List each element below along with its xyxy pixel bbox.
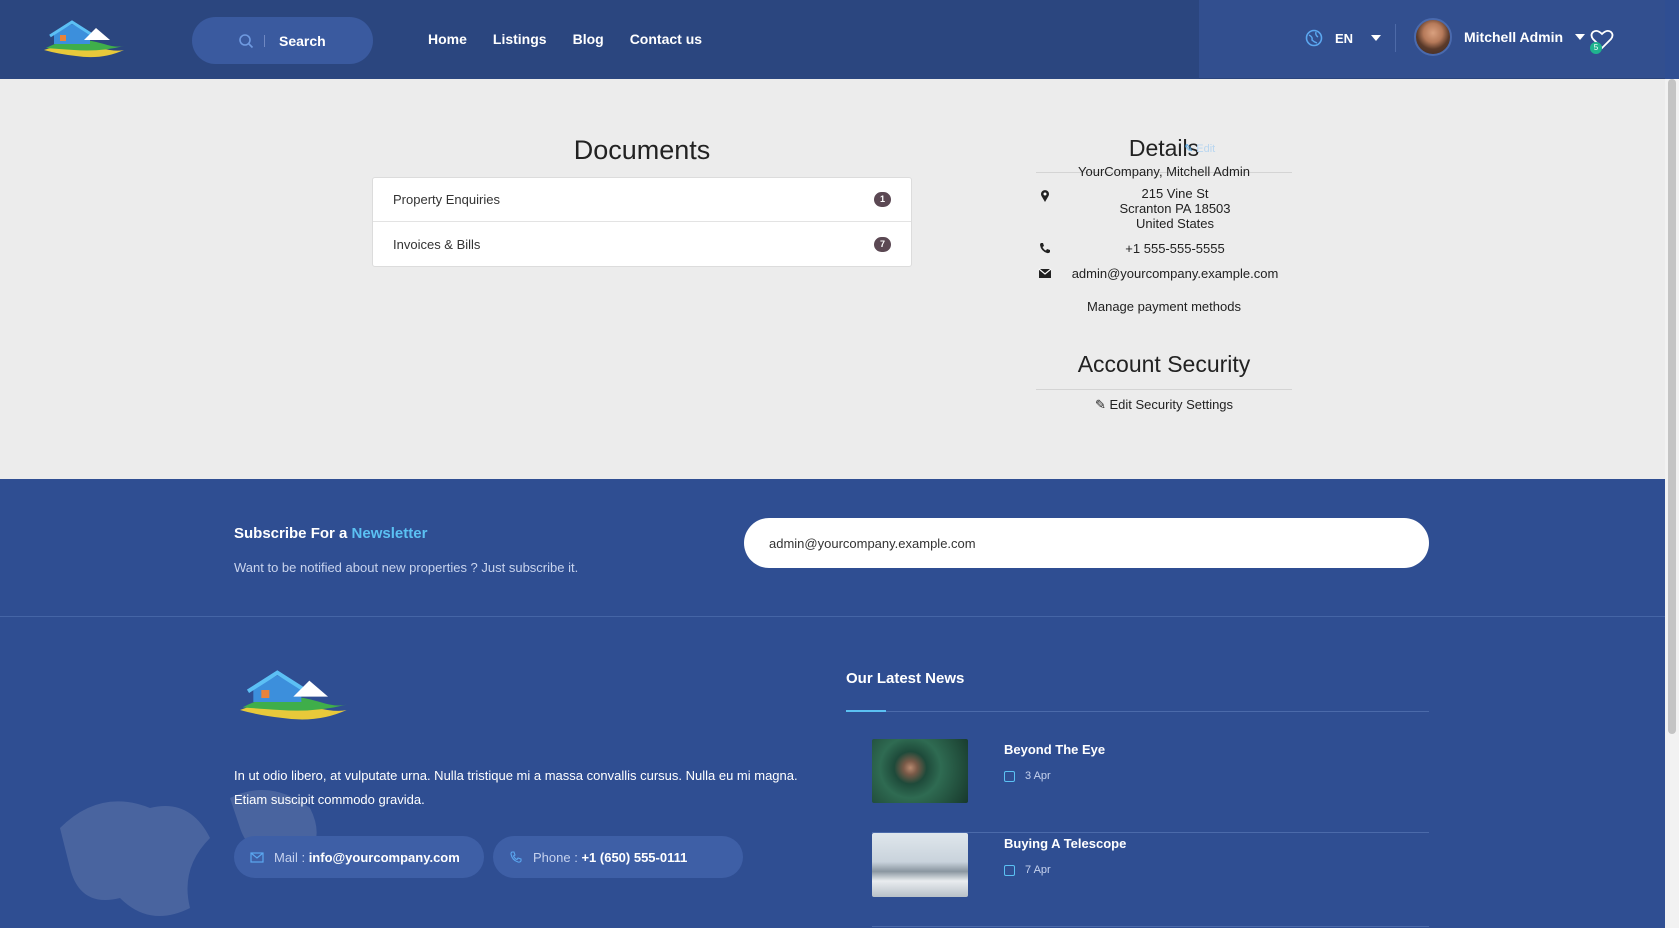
details-phone: +1 555-555-5555 (1036, 241, 1292, 256)
chevron-down-icon (1575, 34, 1586, 40)
company-logo[interactable] (40, 20, 126, 62)
title-accent-bar (846, 710, 886, 712)
map-marker-icon (1041, 190, 1049, 202)
newsletter-title-prefix: Subscribe For a (234, 525, 348, 542)
phone-contact[interactable]: Phone : +1 (650) 555-0111 (493, 836, 743, 878)
wishlist-count-badge: 5 (1590, 42, 1602, 54)
details-header: Details ✎ Edit (1036, 135, 1292, 162)
newsletter-subtitle: Want to be notified about new properties… (234, 560, 579, 575)
details-address: 215 Vine St Scranton PA 18503 United Sta… (1036, 186, 1292, 231)
newsletter-title: Subscribe For a Newsletter (234, 525, 427, 542)
email-value: admin@yourcompany.example.com (1071, 266, 1279, 281)
pencil-icon: ✎ (1094, 397, 1106, 412)
avatar (1414, 18, 1452, 56)
news-date-text: 3 Apr (1025, 770, 1051, 782)
footer-logo (240, 670, 347, 720)
list-item-label: Invoices & Bills (393, 236, 481, 252)
address-line-2: Scranton PA 18503 (1119, 201, 1231, 216)
phone-value: +1 (650) 555-0111 (581, 849, 688, 865)
manage-payment-link[interactable]: Manage payment methods (1036, 299, 1292, 314)
search-icon (239, 33, 254, 48)
search-label: Search (279, 32, 326, 49)
latest-news-title: Our Latest News (846, 670, 965, 687)
scrollbar[interactable] (1665, 79, 1679, 928)
list-item-property-enquiries[interactable]: Property Enquiries 1 (373, 178, 911, 222)
documents-list: Property Enquiries 1 Invoices & Bills 7 (372, 177, 912, 267)
address-line-1: 215 Vine St (1141, 186, 1209, 201)
edit-details-link[interactable]: ✎ Edit (1184, 142, 1215, 155)
header-divider (1395, 24, 1396, 52)
divider (1036, 389, 1292, 390)
news-item[interactable]: Buying A Telescope 7 Apr (872, 833, 1429, 927)
newsletter-email-input[interactable]: admin@yourcompany.example.com (744, 518, 1429, 568)
news-date: 3 Apr (1004, 770, 1051, 782)
count-badge: 1 (874, 192, 891, 207)
count-badge: 7 (874, 236, 891, 252)
language-code: EN (1335, 30, 1354, 46)
user-name: Mitchell Admin (1464, 29, 1564, 45)
account-security-title: Account Security (1077, 351, 1251, 377)
news-title[interactable]: Beyond The Eye (1004, 742, 1105, 757)
news-thumbnail[interactable] (872, 833, 968, 897)
language-selector[interactable]: EN (1305, 29, 1382, 47)
user-menu[interactable]: Mitchell Admin (1414, 18, 1586, 56)
list-item-invoices-bills[interactable]: Invoices & Bills 7 (373, 222, 911, 266)
edit-label: Edit (1196, 143, 1216, 155)
newsletter-title-highlight: Newsletter (351, 525, 428, 542)
news-date: 7 Apr (1004, 864, 1051, 876)
globe-icon (1305, 29, 1323, 47)
edit-security-link[interactable]: ✎ Edit Security Settings (1036, 397, 1292, 413)
envelope-icon (250, 852, 264, 863)
phone-icon (1040, 243, 1050, 254)
search-divider (264, 34, 265, 47)
news-thumbnail[interactable] (872, 739, 968, 803)
news-date-text: 7 Apr (1025, 864, 1051, 876)
details-company: YourCompany, Mitchell Admin (1078, 164, 1250, 179)
nav-contact-us[interactable]: Contact us (630, 31, 702, 47)
envelope-icon (1038, 268, 1052, 278)
phone-label: Phone : (533, 849, 578, 865)
divider (846, 711, 1429, 712)
address-line-3: United States (1135, 216, 1215, 231)
phone-icon (510, 851, 522, 863)
phone-value: +1 555-555-5555 (1125, 241, 1225, 256)
portal-content: Documents Property Enquiries 1 Invoices … (0, 79, 1665, 479)
calendar-icon (1004, 864, 1015, 876)
newsletter-section: Subscribe For a Newsletter Want to be no… (0, 479, 1665, 617)
edit-security-label: Edit Security Settings (1109, 397, 1234, 412)
news-item[interactable]: Beyond The Eye 3 Apr (872, 739, 1429, 833)
documents-title: Documents (573, 135, 711, 165)
nav-home[interactable]: Home (428, 31, 467, 47)
footer-description: In ut odio libero, at vulputate urna. Nu… (234, 768, 798, 807)
chevron-down-icon (1371, 35, 1382, 41)
nav-blog[interactable]: Blog (573, 31, 604, 47)
news-title[interactable]: Buying A Telescope (1004, 836, 1126, 851)
mail-contact[interactable]: Mail : info@yourcompany.com (234, 836, 484, 878)
site-header: Search Home Listings Blog Contact us EN … (0, 0, 1665, 79)
site-footer: In ut odio libero, at vulputate urna. Nu… (0, 618, 1665, 928)
nav-listings[interactable]: Listings (493, 31, 547, 47)
calendar-icon (1004, 770, 1015, 782)
list-item-label: Property Enquiries (393, 192, 500, 207)
search-box[interactable]: Search (192, 17, 373, 64)
main-nav: Home Listings Blog Contact us (428, 31, 728, 47)
mail-label: Mail : (274, 849, 306, 865)
pencil-icon: ✎ (1184, 143, 1194, 155)
details-email: admin@yourcompany.example.com (1036, 266, 1292, 281)
scrollbar-thumb[interactable] (1668, 79, 1676, 734)
mail-value: info@yourcompany.com (308, 849, 460, 865)
